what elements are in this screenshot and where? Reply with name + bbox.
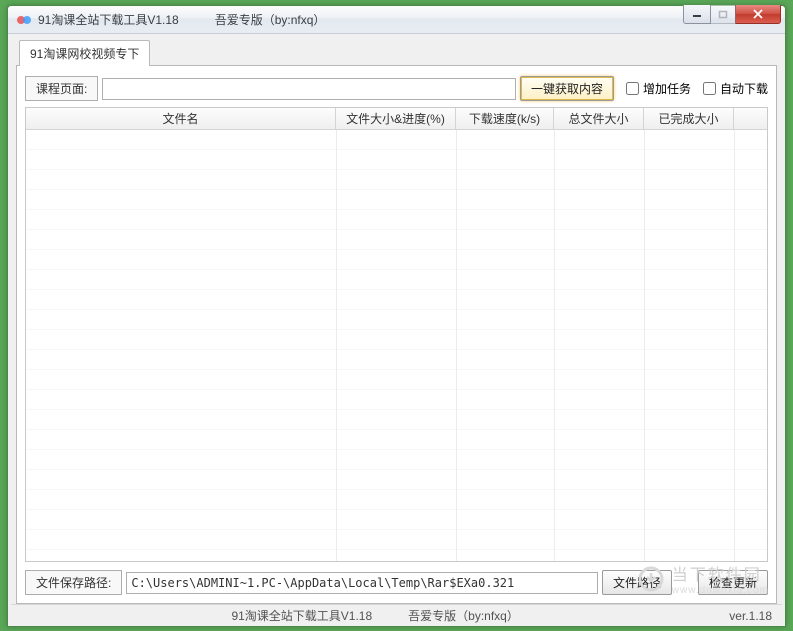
col-filename[interactable]: 文件名 [26, 108, 336, 129]
close-button[interactable] [735, 5, 781, 24]
app-window: 91淘课全站下载工具V1.18 吾爱专版（by:nfxq） 91淘课网校视频专下… [7, 5, 786, 627]
minimize-button[interactable] [683, 5, 711, 24]
auto-download-checkbox[interactable]: 自动下载 [703, 80, 768, 97]
table-body[interactable] [26, 130, 767, 561]
col-spacer [734, 108, 767, 129]
course-url-label: 课程页面: [25, 76, 98, 101]
status-center: 91淘课全站下载工具V1.18 吾爱专版（by:nfxq） [21, 607, 729, 624]
minimize-icon [692, 10, 702, 18]
close-icon [752, 9, 764, 19]
save-path-label: 文件保存路径: [25, 570, 122, 595]
check-update-button[interactable]: 检查更新 [698, 570, 768, 595]
status-version: ver.1.18 [729, 609, 772, 623]
tabstrip: 91淘课网校视频专下 [11, 37, 782, 65]
main-panel: 课程页面: 一键获取内容 增加任务 自动下载 文件名 文件大小&进度(%) 下载… [16, 65, 777, 604]
save-path-row: 文件保存路径: 文件路径 检查更新 [25, 570, 768, 595]
window-title: 91淘课全站下载工具V1.18 吾爱专版（by:nfxq） [38, 11, 325, 28]
col-total-size[interactable]: 总文件大小 [554, 108, 644, 129]
course-url-input[interactable] [102, 78, 516, 100]
client-area: 91淘课网校视频专下 课程页面: 一键获取内容 增加任务 自动下载 文件名 [8, 34, 785, 626]
add-task-label: 增加任务 [643, 80, 691, 97]
titlebar[interactable]: 91淘课全站下载工具V1.18 吾爱专版（by:nfxq） [8, 6, 785, 34]
col-size-progress[interactable]: 文件大小&进度(%) [336, 108, 456, 129]
fetch-content-button[interactable]: 一键获取内容 [520, 76, 614, 101]
add-task-checkbox[interactable]: 增加任务 [626, 80, 691, 97]
course-row: 课程页面: 一键获取内容 增加任务 自动下载 [25, 76, 768, 101]
tab-video-download[interactable]: 91淘课网校视频专下 [19, 40, 150, 66]
col-speed[interactable]: 下载速度(k/s) [456, 108, 554, 129]
add-task-checkbox-input[interactable] [626, 82, 639, 95]
maximize-button[interactable] [710, 5, 736, 24]
maximize-icon [718, 10, 728, 19]
table-header: 文件名 文件大小&进度(%) 下载速度(k/s) 总文件大小 已完成大小 [26, 108, 767, 130]
col-done-size[interactable]: 已完成大小 [644, 108, 734, 129]
app-icon [16, 12, 32, 28]
auto-download-checkbox-input[interactable] [703, 82, 716, 95]
statusbar: 91淘课全站下载工具V1.18 吾爱专版（by:nfxq） ver.1.18 [11, 604, 782, 626]
download-table: 文件名 文件大小&进度(%) 下载速度(k/s) 总文件大小 已完成大小 [25, 107, 768, 562]
auto-download-label: 自动下载 [720, 80, 768, 97]
save-path-input[interactable] [126, 572, 598, 594]
browse-path-button[interactable]: 文件路径 [602, 570, 672, 595]
